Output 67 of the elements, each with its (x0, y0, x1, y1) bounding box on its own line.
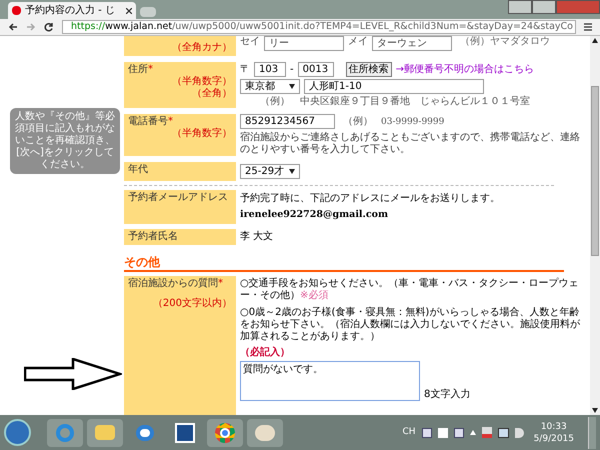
example-text: （例） (343, 116, 373, 128)
input-note: （全角カナ） (172, 42, 232, 54)
input-note: （200文字以内） (152, 298, 232, 310)
email-text: irenelee922728@gmail.com (240, 209, 390, 221)
field-label: 予約者メールアドレス (128, 192, 229, 204)
language-indicator[interactable]: CH (402, 426, 416, 440)
section-title: その他 (124, 255, 564, 272)
back-icon[interactable] (8, 22, 18, 32)
zip-field[interactable]: 103 (254, 62, 286, 77)
zip-field[interactable]: 0013 (298, 62, 334, 77)
age-select[interactable]: 25-29才 (240, 164, 300, 179)
scroll-down-icon (592, 408, 598, 413)
input-note: （半角数字） (172, 76, 232, 88)
dropdown-arrow-icon (289, 169, 295, 174)
clock-time[interactable]: 10:33 (540, 420, 567, 432)
question-text: ○交通手段をお知らせください。（車・電車・バス・タクシー・ロープウェー・その他）※必須 (240, 278, 580, 302)
scrollbar[interactable] (590, 36, 600, 415)
dash-text: - (290, 64, 294, 76)
tab-title: 予約内容の入力 - じ (25, 4, 115, 18)
close-icon[interactable] (126, 8, 132, 14)
scrollbar-thumb[interactable] (591, 86, 599, 256)
field-label: 宿泊施設からの質問* (128, 278, 224, 290)
reload-icon[interactable] (44, 22, 54, 32)
folder-icon[interactable] (87, 418, 123, 446)
name-value: 李 大文 (239, 230, 274, 244)
address-bar[interactable]: https://www.jalan.net/uw/uwp5000/uww5001init.do?TEMP4=LEVEL_R&child3Num=&stayDay=24&stayCo (62, 20, 576, 34)
question-text: ○0歳～2歳のお子様(食事・寝具無：無料)がいらっしゃる場合、人数と年齢をお知らせ下さい。（宿泊人数欄には入力しないでください。施設使用料が加算されることがあります。） (240, 307, 581, 343)
url-text: https://www.jalan.net/uw/uwp5000/uww5001init.do?TEMP4=LEVEL_R&child3Num=&stayDay=24&stayCo (71, 21, 573, 33)
ime-icon[interactable] (438, 428, 448, 438)
maximize-button[interactable] (532, 0, 556, 14)
postal-code-link[interactable]: →郵便番号不明の場合はこちら (396, 64, 534, 76)
notice-text: 予約完了時に、下記のアドレスにメールをお送りします。 (240, 193, 500, 205)
clock-date[interactable]: 5/9/2015 (534, 432, 574, 444)
input-note: （半角数字） (172, 128, 232, 140)
example-text: （例） 中央区銀座９丁目９番地 じゃらんビル１０１号室 (259, 96, 531, 108)
show-hidden-icon[interactable] (470, 430, 476, 435)
input-note: （全角） (192, 88, 232, 100)
phone-field[interactable]: 85291234567 (240, 114, 335, 129)
menu-icon[interactable] (584, 23, 592, 31)
required-note: （必記入） (240, 347, 290, 359)
field-label: 電話番号* (128, 116, 174, 128)
field-label: セイ (240, 36, 260, 48)
address-field[interactable]: 人形町1-10 (304, 79, 484, 94)
ime-icon[interactable] (454, 428, 464, 438)
dropdown-arrow-icon (289, 84, 295, 89)
site-icon (12, 6, 21, 15)
browser-tab[interactable]: 予約内容の入力 - じ (8, 2, 136, 19)
address-search-button[interactable]: 住所検索 (346, 62, 392, 77)
input-field[interactable]: リー (264, 36, 344, 51)
start-button[interactable] (4, 419, 31, 446)
scroll-up-icon (592, 38, 598, 43)
input-field[interactable]: ターウェン (372, 36, 452, 51)
prefecture-select[interactable]: 東京都 (240, 79, 300, 94)
example-number: 03-9999-9999 (381, 116, 444, 128)
character-count: 8文字入力 (424, 389, 470, 401)
minimize-button[interactable] (508, 0, 532, 14)
answer-box[interactable]: 質問がないです。 (240, 361, 420, 401)
help-text: 宿泊施設からご連絡さしあげることもございますので、携帯電話など、連絡のとりやすい番号を入力して下さい。 (240, 132, 580, 156)
field-label: 年代 (128, 164, 149, 176)
field-label: 予約者氏名 (128, 231, 179, 243)
field-label: 住所* (128, 64, 154, 76)
ime-icon[interactable] (422, 428, 432, 438)
postal-mark: 〒 (240, 64, 250, 76)
tooltip: 人数や『その他』等必須項目に記入もれがないことを再確認頂き、[次へ]をクリックしてください。 (10, 108, 120, 174)
field-label: メイ (348, 36, 368, 48)
example-text: （例）ヤマダタロウ (460, 36, 550, 48)
network-icon[interactable] (498, 428, 509, 438)
